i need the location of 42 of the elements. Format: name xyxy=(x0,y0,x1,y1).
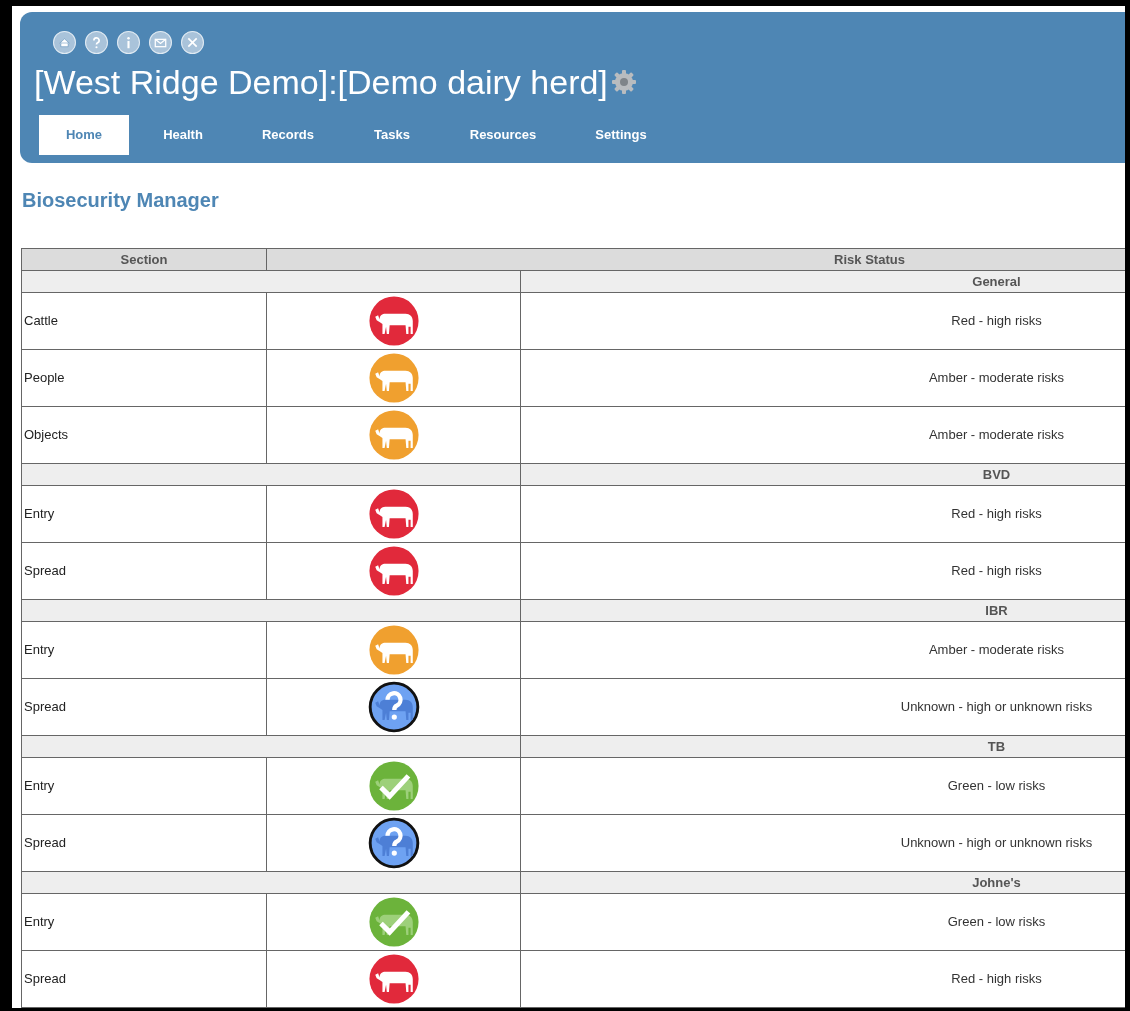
section-label: Entry xyxy=(24,506,55,522)
risk-status-text: Green - low risks xyxy=(947,778,1046,794)
section-label: Cattle xyxy=(24,313,58,329)
risk-status-text: Amber - moderate risks xyxy=(928,427,1065,443)
nav-tab[interactable]: Tasks xyxy=(339,115,445,155)
section-label: Spread xyxy=(24,835,66,851)
section-label: Spread xyxy=(24,699,66,715)
risk-status-text: Red - high risks xyxy=(951,313,1042,329)
risk-status-text: Amber - moderate risks xyxy=(928,642,1065,658)
nav-tab[interactable]: Home xyxy=(39,115,129,155)
group-title: Johne's xyxy=(972,874,1021,890)
section-label: Spread xyxy=(24,971,66,987)
nav-tab[interactable]: Resources xyxy=(445,115,561,155)
group-title: IBR xyxy=(985,602,1008,618)
risk-status-text: Red - high risks xyxy=(951,506,1042,522)
help-icon[interactable] xyxy=(85,31,108,54)
mail-icon[interactable] xyxy=(149,31,172,54)
section-label: Entry xyxy=(24,778,55,794)
herd-title: [West Ridge Demo]:[Demo dairy herd] xyxy=(34,62,608,102)
section-label: Entry xyxy=(24,642,55,658)
gear-icon[interactable] xyxy=(609,68,638,96)
group-title: BVD xyxy=(982,466,1011,482)
section-label: Objects xyxy=(24,427,69,443)
nav-tab[interactable]: Settings xyxy=(561,115,681,155)
section-label: Spread xyxy=(24,563,66,579)
risk-status-text: Amber - moderate risks xyxy=(928,370,1065,386)
risk-status-text: Green - low risks xyxy=(947,914,1046,930)
section-label: People xyxy=(24,370,65,386)
info-icon[interactable] xyxy=(117,31,140,54)
page-title: Biosecurity Manager xyxy=(22,188,220,213)
column-header: Section xyxy=(120,251,168,267)
nav-tab[interactable]: Health xyxy=(129,115,237,155)
close-icon[interactable] xyxy=(181,31,204,54)
risk-status-text: Unknown - high or unknown risks xyxy=(900,835,1093,851)
nav-tab[interactable]: Records xyxy=(237,115,339,155)
group-title: TB xyxy=(987,738,1006,754)
risk-status-text: Red - high risks xyxy=(951,563,1042,579)
risk-status-text: Red - high risks xyxy=(951,971,1042,987)
section-label: Entry xyxy=(24,914,55,930)
risk-status-text: Unknown - high or unknown risks xyxy=(900,699,1093,715)
column-header: Risk Status xyxy=(834,251,905,267)
group-title: General xyxy=(972,273,1021,289)
